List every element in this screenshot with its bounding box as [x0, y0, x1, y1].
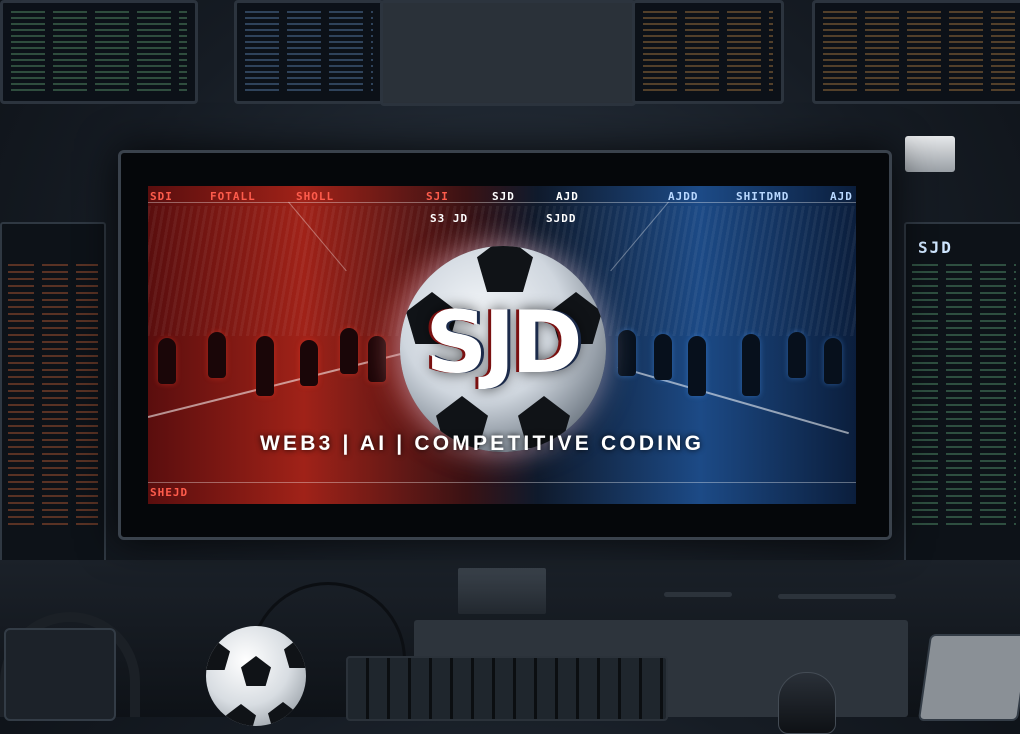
hud-label: SHOLL [296, 190, 335, 203]
player-red [340, 328, 358, 374]
desk-lamp [905, 136, 955, 172]
side-monitor-right: SJD [904, 222, 1020, 592]
player-blue [788, 332, 806, 378]
side-monitor-left [0, 222, 106, 592]
player-red [158, 338, 176, 384]
tablet-right [917, 634, 1020, 721]
player-blue [618, 330, 636, 376]
top-monitor-center-right [632, 0, 784, 104]
hud-label: SHEJD [150, 486, 189, 499]
hud-label: SJD [492, 190, 515, 203]
hud-label: FOTALL [210, 190, 256, 203]
pen-2 [778, 594, 896, 599]
top-monitor-left [0, 0, 198, 104]
brand-logo: SJD [425, 293, 582, 393]
top-monitor-right [812, 0, 1020, 104]
workspace-scene: SJD SDI FOTALL SHOLL SJI SJD AJD AJDD SH… [0, 0, 1020, 734]
player-blue [688, 336, 706, 396]
keyboard [346, 656, 668, 721]
player-blue [742, 334, 760, 396]
football [206, 626, 306, 726]
mouse [778, 672, 836, 734]
monitor-stand [458, 568, 546, 614]
tagline: WEB3 | AI | COMPETITIVE CODING [260, 432, 705, 455]
hud-score: S3 JD [430, 212, 469, 225]
tablet [4, 628, 116, 721]
hud-label: AJD [830, 190, 853, 203]
hud-label: SDI [150, 190, 173, 203]
hud-label: AJDD [668, 190, 699, 203]
player-red [208, 332, 226, 378]
player-blue [654, 334, 672, 380]
player-red [256, 336, 274, 396]
hud-score: SJDD [546, 212, 577, 225]
player-red [300, 340, 318, 386]
top-monitor-center [380, 0, 636, 106]
hud-label: SJI [426, 190, 449, 203]
hud-label: SHITDMD [736, 190, 790, 203]
top-monitor-center-left [234, 0, 384, 104]
side-monitor-title: SJD [918, 238, 953, 257]
pen [664, 592, 732, 597]
player-blue [824, 338, 842, 384]
hud-label: AJD [556, 190, 579, 203]
player-red [368, 336, 386, 382]
